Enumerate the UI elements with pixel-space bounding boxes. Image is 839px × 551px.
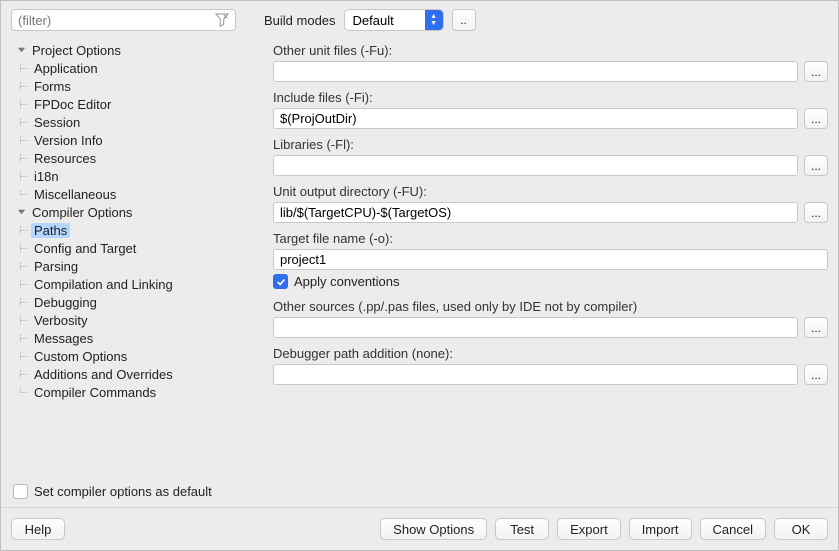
sidebar: Project Options Application Forms FPDoc … <box>11 35 251 507</box>
tree-item-parsing[interactable]: Parsing <box>11 257 251 275</box>
test-button[interactable]: Test <box>495 518 549 540</box>
filter-input[interactable] <box>16 12 213 29</box>
tree-item-verbosity[interactable]: Verbosity <box>11 311 251 329</box>
field-label: Other unit files (-Fu): <box>273 43 828 58</box>
field-include-files: Include files (-Fi): ... <box>273 90 828 129</box>
disclosure-triangle-icon[interactable] <box>15 206 27 218</box>
libraries-input[interactable] <box>273 155 798 176</box>
set-default-checkbox[interactable] <box>13 484 28 499</box>
apply-conventions-checkbox[interactable] <box>273 274 288 289</box>
ok-button[interactable]: OK <box>774 518 828 540</box>
disclosure-triangle-icon[interactable] <box>15 44 27 56</box>
other-sources-input[interactable] <box>273 317 798 338</box>
options-dialog: Build modes Default ▲▼ .. Project Option… <box>0 0 839 551</box>
tree-item-version-info[interactable]: Version Info <box>11 131 251 149</box>
field-label: Libraries (-Fl): <box>273 137 828 152</box>
include-files-input[interactable] <box>273 108 798 129</box>
tree-item-additions-and-overrides[interactable]: Additions and Overrides <box>11 365 251 383</box>
help-button[interactable]: Help <box>11 518 65 540</box>
field-debugger-path: Debugger path addition (none): ... <box>273 346 828 385</box>
tree-item-i18n[interactable]: i18n <box>11 167 251 185</box>
browse-button[interactable]: ... <box>804 108 828 129</box>
build-modes-more-button[interactable]: .. <box>452 9 476 31</box>
unit-output-input[interactable] <box>273 202 798 223</box>
other-unit-files-input[interactable] <box>273 61 798 82</box>
tree-group-label: Project Options <box>29 43 124 58</box>
field-label: Include files (-Fi): <box>273 90 828 105</box>
tree-item-config-and-target[interactable]: Config and Target <box>11 239 251 257</box>
body: Project Options Application Forms FPDoc … <box>1 35 838 507</box>
export-button[interactable]: Export <box>557 518 621 540</box>
tree-item-custom-options[interactable]: Custom Options <box>11 347 251 365</box>
field-target-file: Target file name (-o): <box>273 231 828 270</box>
field-unit-output: Unit output directory (-FU): ... <box>273 184 828 223</box>
paths-panel: Other unit files (-Fu): ... Include file… <box>251 35 828 507</box>
field-libraries: Libraries (-Fl): ... <box>273 137 828 176</box>
tree-item-session[interactable]: Session <box>11 113 251 131</box>
tree-group-label: Compiler Options <box>29 205 135 220</box>
tree-item-compilation-and-linking[interactable]: Compilation and Linking <box>11 275 251 293</box>
browse-button[interactable]: ... <box>804 202 828 223</box>
filter-clear-icon[interactable] <box>213 11 231 29</box>
tree-item-debugging[interactable]: Debugging <box>11 293 251 311</box>
tree-item-fpdoc-editor[interactable]: FPDoc Editor <box>11 95 251 113</box>
build-modes-label: Build modes <box>264 13 336 28</box>
show-options-button[interactable]: Show Options <box>380 518 487 540</box>
tree-item-compiler-commands[interactable]: Compiler Commands <box>11 383 251 401</box>
options-tree: Project Options Application Forms FPDoc … <box>11 37 251 478</box>
browse-button[interactable]: ... <box>804 155 828 176</box>
filter-field[interactable] <box>11 9 236 31</box>
field-label: Unit output directory (-FU): <box>273 184 828 199</box>
tree-group-compiler-options[interactable]: Compiler Options <box>11 203 251 221</box>
set-default-row[interactable]: Set compiler options as default <box>11 478 251 507</box>
build-modes-select[interactable]: Default <box>344 9 444 31</box>
field-label: Target file name (-o): <box>273 231 828 246</box>
set-default-label: Set compiler options as default <box>34 484 212 499</box>
browse-button[interactable]: ... <box>804 364 828 385</box>
field-label: Other sources (.pp/.pas files, used only… <box>273 299 828 314</box>
tree-item-forms[interactable]: Forms <box>11 77 251 95</box>
debugger-path-input[interactable] <box>273 364 798 385</box>
field-other-unit-files: Other unit files (-Fu): ... <box>273 43 828 82</box>
cancel-button[interactable]: Cancel <box>700 518 766 540</box>
import-button[interactable]: Import <box>629 518 692 540</box>
apply-conventions-row[interactable]: Apply conventions <box>273 274 828 289</box>
tree-item-messages[interactable]: Messages <box>11 329 251 347</box>
tree-group-project-options[interactable]: Project Options <box>11 41 251 59</box>
apply-conventions-label: Apply conventions <box>294 274 400 289</box>
tree-item-miscellaneous[interactable]: Miscellaneous <box>11 185 251 203</box>
tree-item-application[interactable]: Application <box>11 59 251 77</box>
tree-item-paths[interactable]: Paths <box>11 221 251 239</box>
target-file-input[interactable] <box>273 249 828 270</box>
build-modes-select-wrap: Default ▲▼ <box>344 9 444 31</box>
topbar: Build modes Default ▲▼ .. <box>1 1 838 35</box>
field-other-sources: Other sources (.pp/.pas files, used only… <box>273 299 828 338</box>
browse-button[interactable]: ... <box>804 317 828 338</box>
browse-button[interactable]: ... <box>804 61 828 82</box>
footer: Help Show Options Test Export Import Can… <box>1 507 838 550</box>
field-label: Debugger path addition (none): <box>273 346 828 361</box>
tree-item-resources[interactable]: Resources <box>11 149 251 167</box>
